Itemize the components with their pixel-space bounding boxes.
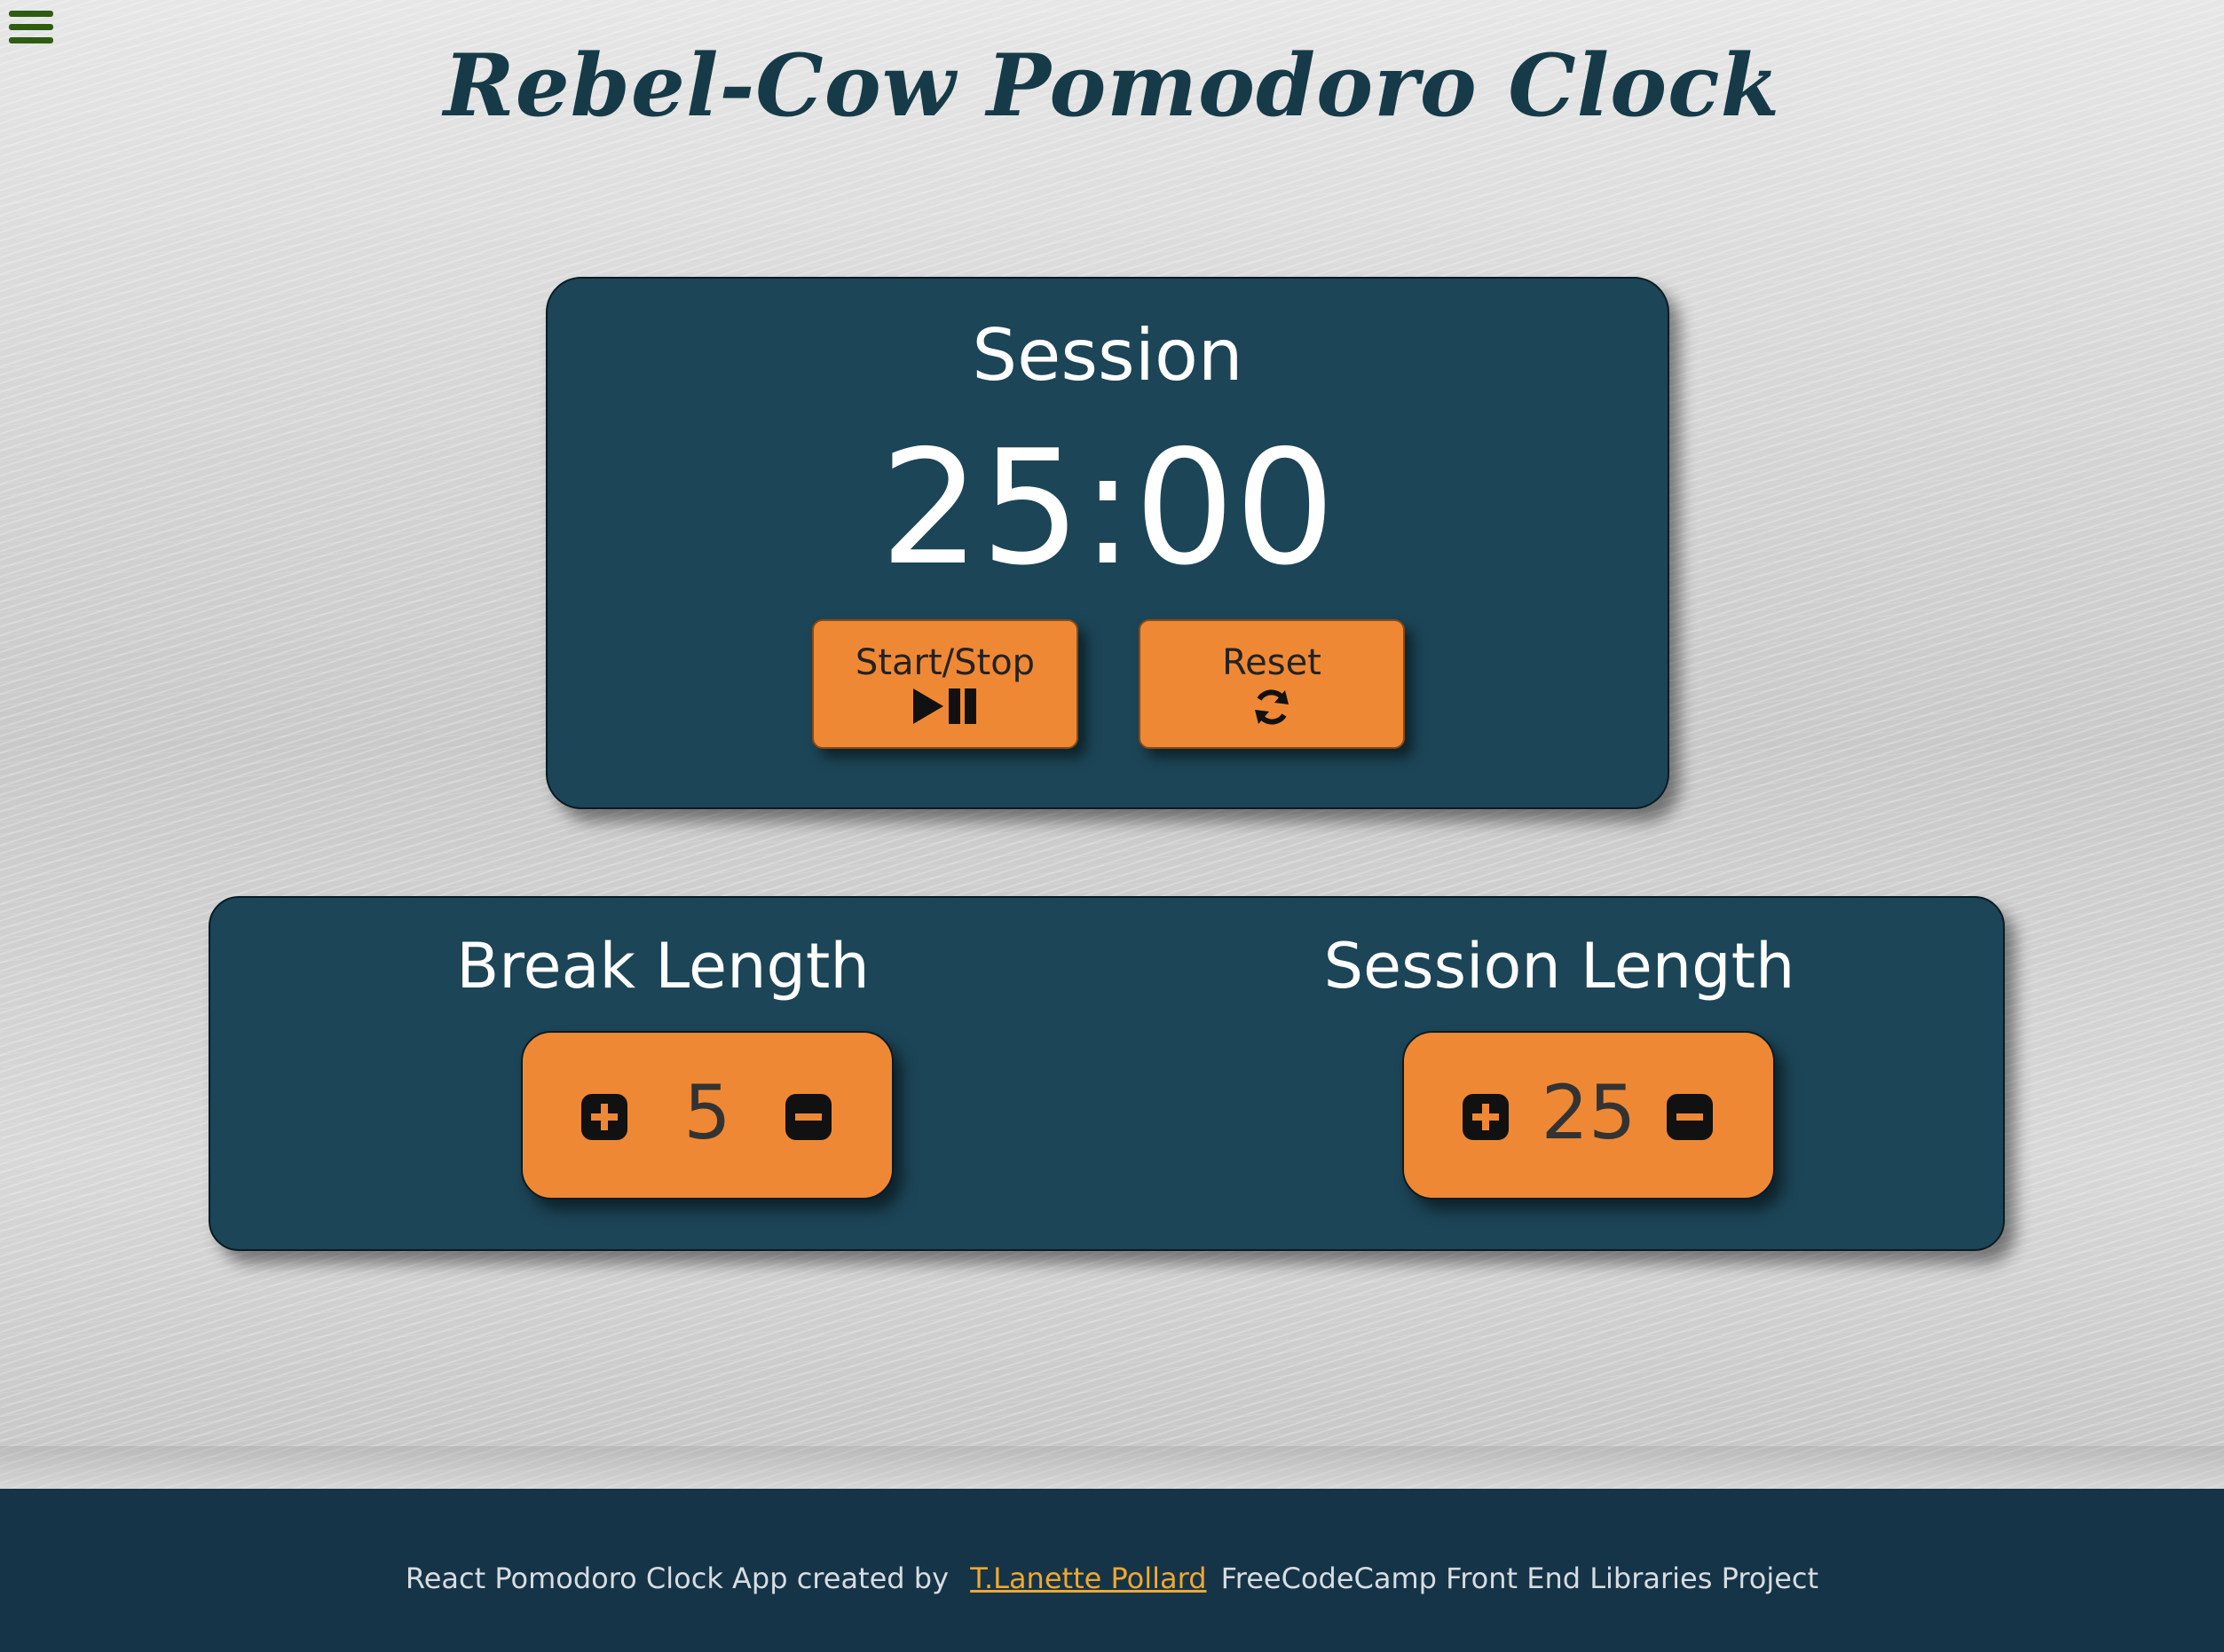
play-pause-icon	[814, 687, 1077, 731]
footer-prefix: React Pomodoro Clock App created by	[405, 1562, 950, 1595]
timer-panel: Session 25:00 Start/Stop Reset	[546, 277, 1669, 809]
break-length-label: Break Length	[456, 930, 870, 1003]
footer-suffix: FreeCodeCamp Front End Libraries Project	[1220, 1562, 1819, 1595]
reset-button[interactable]: Reset	[1139, 619, 1405, 749]
session-length-stepper: 25	[1402, 1031, 1775, 1200]
session-length-value: 25	[1541, 1069, 1636, 1156]
session-decrement-button[interactable]	[1667, 1094, 1713, 1140]
start-stop-button[interactable]: Start/Stop	[812, 619, 1078, 749]
background-band	[0, 1446, 2224, 1489]
refresh-icon	[1140, 687, 1403, 731]
timer-label: Session	[972, 314, 1243, 397]
author-link[interactable]: T.Lanette Pollard	[970, 1562, 1206, 1595]
reset-label: Reset	[1222, 642, 1321, 683]
break-decrement-button[interactable]	[785, 1094, 832, 1140]
start-stop-label: Start/Stop	[855, 642, 1036, 683]
break-length-stepper: 5	[521, 1031, 894, 1200]
session-length-label: Session Length	[1323, 930, 1795, 1003]
break-length-value: 5	[683, 1069, 731, 1156]
break-length-control: Break Length 5	[352, 898, 974, 1249]
session-length-control: Session Length 25	[1249, 898, 1870, 1249]
length-settings-panel: Break Length 5 Session Length 25	[209, 896, 2005, 1251]
footer: React Pomodoro Clock App created by T.La…	[0, 1489, 2224, 1652]
footer-text: React Pomodoro Clock App created by T.La…	[0, 1562, 2224, 1595]
page-title: Rebel-Cow Pomodoro Clock	[443, 35, 1781, 136]
time-left-display: 25:00	[879, 416, 1336, 600]
